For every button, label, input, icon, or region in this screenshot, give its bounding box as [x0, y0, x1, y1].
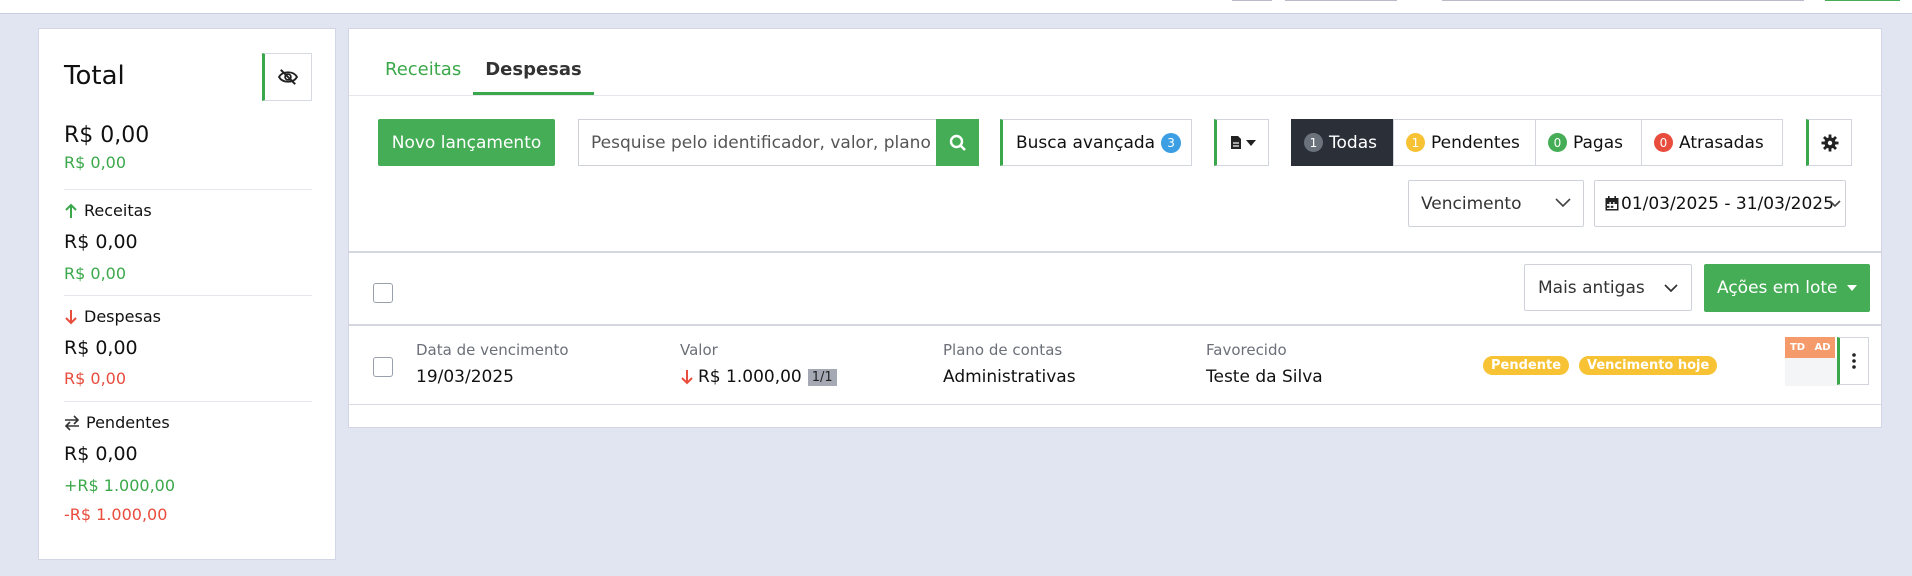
- batch-actions-label: Ações em lote: [1717, 278, 1838, 298]
- caret-down-icon: [1245, 139, 1256, 146]
- date-type-select[interactable]: Vencimento: [1408, 180, 1584, 227]
- summary-pendentes-minus: -R$ 1.000,00: [64, 505, 168, 524]
- filter-pagas-count: 0: [1548, 133, 1567, 152]
- tab-despesas[interactable]: Despesas: [473, 59, 594, 95]
- swap-arrows-icon: [64, 414, 80, 431]
- summary-total-sub: R$ 0,00: [64, 153, 127, 172]
- filter-pendentes-label: Pendentes: [1431, 132, 1520, 153]
- row-checkbox[interactable]: [373, 357, 393, 377]
- new-entry-button[interactable]: Novo lançamento: [378, 119, 555, 166]
- tag-td: TD: [1785, 337, 1810, 358]
- column-label-value: Valor: [680, 341, 718, 359]
- main-panel: Receitas Despesas Novo lançamento Pesqui…: [348, 28, 1882, 428]
- divider: [64, 401, 312, 402]
- summary-despesas-sub: R$ 0,00: [64, 369, 127, 388]
- top-bar-fragment: [1442, 0, 1804, 1]
- status-filter-group: 1 Todas 1 Pendentes 0 Pagas 0 Atrasadas: [1291, 119, 1783, 166]
- filter-atrasadas-count: 0: [1654, 133, 1673, 152]
- summary-pendentes-value: R$ 0,00: [64, 443, 138, 465]
- chevron-down-icon: [1664, 284, 1678, 293]
- filter-todas[interactable]: 1 Todas: [1291, 119, 1394, 166]
- divider: [64, 189, 312, 190]
- toggle-visibility-button[interactable]: [262, 53, 312, 101]
- eye-slash-icon: [277, 69, 299, 85]
- row-payee: Teste da Silva: [1206, 367, 1323, 387]
- file-icon: [1230, 136, 1241, 149]
- sort-select[interactable]: Mais antigas: [1524, 264, 1692, 311]
- gear-icon: [1821, 134, 1839, 151]
- summary-total-value: R$ 0,00: [64, 123, 150, 148]
- calendar-icon: [1605, 196, 1619, 211]
- date-range-input[interactable]: 01/03/2025 - 31/03/2025: [1594, 180, 1846, 227]
- row-value: R$ 1.000,00 1/1: [680, 367, 837, 387]
- top-bar-fragment: [1232, 0, 1272, 1]
- advanced-search-label: Busca avançada: [1016, 132, 1156, 153]
- summary-receitas-value: R$ 0,00: [64, 231, 138, 253]
- batch-actions-button[interactable]: Ações em lote: [1704, 264, 1870, 312]
- summary-pendentes-header: Pendentes: [64, 413, 170, 432]
- advanced-search-button[interactable]: Busca avançada 3: [1000, 119, 1192, 166]
- top-bar-fragment: [1825, 0, 1900, 1]
- summary-receitas-header: Receitas: [64, 201, 152, 220]
- filter-pendentes-count: 1: [1406, 133, 1425, 152]
- sort-value: Mais antigas: [1538, 277, 1645, 298]
- row-account: Administrativas: [943, 367, 1076, 387]
- top-bar: [0, 0, 1912, 14]
- select-all-checkbox[interactable]: [373, 283, 393, 303]
- due-today-badge: Vencimento hoje: [1579, 356, 1718, 375]
- filter-pagas[interactable]: 0 Pagas: [1535, 119, 1642, 166]
- advanced-search-count: 3: [1161, 132, 1182, 153]
- tag-ad: AD: [1810, 337, 1835, 358]
- search-input[interactable]: Pesquise pelo identificador, valor, plan…: [578, 119, 936, 166]
- summary-despesas-header: Despesas: [64, 307, 161, 326]
- summary-receitas-label: Receitas: [84, 201, 152, 220]
- filter-todas-count: 1: [1304, 133, 1323, 152]
- caret-down-icon: [1847, 285, 1858, 291]
- summary-title: Total: [64, 61, 125, 91]
- settings-button[interactable]: [1806, 119, 1852, 166]
- summary-despesas-label: Despesas: [84, 307, 161, 326]
- filter-todas-label: Todas: [1329, 132, 1377, 153]
- arrow-down-icon: [65, 309, 77, 324]
- tag-area: [1785, 358, 1840, 386]
- tab-receitas[interactable]: Receitas: [373, 59, 473, 95]
- column-label-payee: Favorecido: [1206, 341, 1287, 359]
- status-badge: Pendente: [1483, 356, 1570, 375]
- chevron-down-icon: [1829, 200, 1841, 208]
- more-vertical-icon: [1852, 353, 1856, 369]
- search-icon: [949, 134, 966, 151]
- summary-despesas-value: R$ 0,00: [64, 337, 138, 359]
- summary-pendentes-label: Pendentes: [86, 413, 170, 432]
- row-due-date: 19/03/2025: [416, 367, 514, 387]
- filter-atrasadas-label: Atrasadas: [1679, 132, 1764, 153]
- date-range-value: 01/03/2025 - 31/03/2025: [1621, 193, 1834, 214]
- export-dropdown-button[interactable]: [1214, 119, 1269, 166]
- search-button[interactable]: [936, 119, 979, 166]
- summary-receitas-sub: R$ 0,00: [64, 264, 127, 283]
- row-value-amount: R$ 1.000,00: [698, 367, 802, 387]
- list-divider: [349, 251, 1881, 253]
- summary-card: Total R$ 0,00 R$ 0,00 Receitas R$ 0,00 R…: [38, 28, 336, 560]
- chevron-down-icon: [1555, 198, 1571, 208]
- installment-badge: 1/1: [807, 368, 837, 386]
- divider: [64, 295, 312, 296]
- arrow-up-icon: [65, 203, 77, 218]
- column-label-account: Plano de contas: [943, 341, 1063, 359]
- list-divider: [349, 324, 1881, 326]
- filter-pendentes[interactable]: 1 Pendentes: [1393, 119, 1536, 166]
- date-type-value: Vencimento: [1421, 193, 1522, 214]
- tabs-divider: [349, 95, 1881, 96]
- summary-pendentes-plus: +R$ 1.000,00: [64, 476, 176, 495]
- filter-atrasadas[interactable]: 0 Atrasadas: [1641, 119, 1783, 166]
- arrow-down-icon: [681, 370, 693, 385]
- column-label-due: Data de vencimento: [416, 341, 569, 359]
- tab-bar: Receitas Despesas: [373, 59, 594, 95]
- row-actions-button[interactable]: [1837, 337, 1869, 385]
- list-divider: [349, 404, 1881, 405]
- filter-pagas-label: Pagas: [1573, 132, 1623, 153]
- top-bar-fragment: [1285, 0, 1397, 1]
